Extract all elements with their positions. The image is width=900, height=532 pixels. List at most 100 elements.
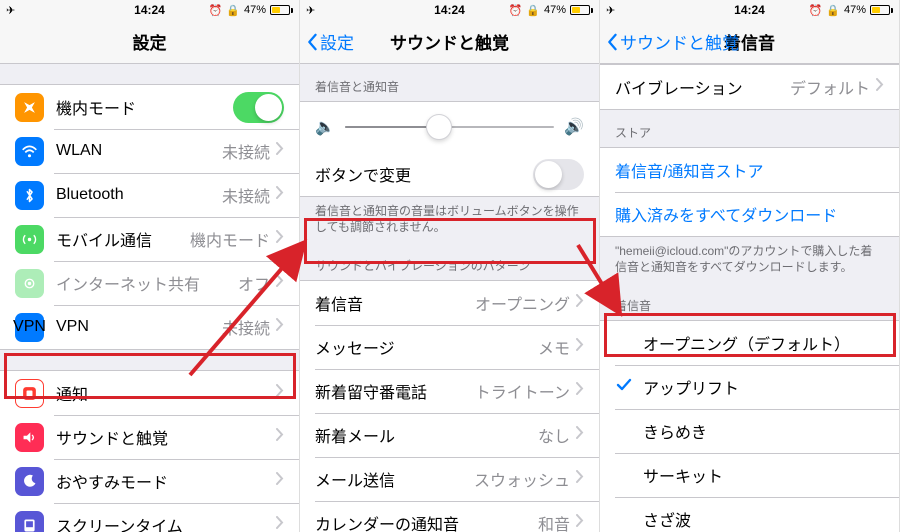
tone-store-row[interactable]: 着信音/通知音ストア: [600, 148, 899, 192]
sound-icon: [15, 423, 44, 452]
nav-bar: 設定: [0, 20, 299, 64]
ringtone-label: アップリフト: [643, 375, 884, 399]
airplane-toggle[interactable]: [233, 92, 284, 123]
vibration-detail: デフォルト: [790, 75, 870, 99]
ringtone-row[interactable]: アップリフト: [600, 365, 899, 409]
row-label: スクリーンタイム: [56, 513, 276, 532]
row-detail: スウォッシュ: [474, 467, 570, 491]
screen-icon: [15, 511, 44, 532]
change-with-buttons-row[interactable]: ボタンで変更: [300, 152, 599, 196]
chevron-right-icon: [576, 382, 584, 400]
sound-row[interactable]: メッセージメモ: [300, 325, 599, 369]
status-time: 14:24: [300, 3, 599, 17]
ringtone-row[interactable]: さざ波: [600, 497, 899, 532]
download-all-row[interactable]: 購入済みをすべてダウンロード: [600, 192, 899, 236]
battery-icon: [870, 5, 893, 15]
bt-icon: [15, 181, 44, 210]
row-label: 機内モード: [56, 95, 233, 119]
sound-row[interactable]: メール送信スウォッシュ: [300, 457, 599, 501]
nav-bar: 設定 サウンドと触覚: [300, 20, 599, 64]
change-with-buttons-toggle[interactable]: [533, 159, 584, 190]
section-footer-ringer: 着信音と通知音の音量はボリュームボタンを操作しても調節されません。: [300, 197, 599, 243]
row-detail: 機内モード: [190, 227, 270, 251]
row-detail: 未接続: [222, 183, 270, 207]
row-label: メール送信: [315, 467, 474, 491]
status-time: 14:24: [600, 3, 899, 17]
settings-row-airplane[interactable]: 機内モード: [0, 85, 299, 129]
airplane-icon: [15, 93, 44, 122]
row-label: 新着メール: [315, 423, 538, 447]
ringtone-screen: ✈︎ 14:24 ⏰ 🔒 47% サウンドと触覚 着信音 バイブレーション デフ…: [600, 0, 900, 532]
checkmark-icon: [615, 376, 633, 399]
row-detail: なし: [538, 423, 570, 447]
volume-slider[interactable]: [345, 126, 554, 128]
chevron-right-icon: [276, 384, 284, 402]
section-header-ringtones: 着信音: [600, 283, 899, 320]
row-detail: 和音: [538, 511, 570, 532]
sound-row[interactable]: 新着留守番電話トライトーン: [300, 369, 599, 413]
chevron-right-icon: [576, 294, 584, 312]
row-detail: 未接続: [222, 139, 270, 163]
row-label: インターネット共有: [56, 271, 238, 295]
settings-root-screen: ✈︎ 14:24 ⏰ 🔒 47% 設定 機内モードWLAN未接続Bluetoot…: [0, 0, 300, 532]
settings-row-hotspot[interactable]: インターネット共有オフ: [0, 261, 299, 305]
sounds-screen: ✈︎ 14:24 ⏰ 🔒 47% 設定 サウンドと触覚 着信音と通知音 🔈 🔊 …: [300, 0, 600, 532]
row-label: モバイル通信: [56, 227, 190, 251]
volume-high-icon: 🔊: [564, 117, 584, 137]
chevron-right-icon: [276, 274, 284, 292]
ringtone-label: オープニング（デフォルト）: [643, 331, 884, 355]
ringtone-label: さざ波: [643, 507, 884, 531]
row-detail: メモ: [538, 335, 570, 359]
chevron-right-icon: [576, 470, 584, 488]
row-label: 着信音: [315, 291, 475, 315]
chevron-right-icon: [276, 472, 284, 490]
chevron-right-icon: [276, 428, 284, 446]
row-label: カレンダーの通知音: [315, 511, 538, 532]
sound-row[interactable]: 着信音オープニング: [300, 281, 599, 325]
settings-row-vpn[interactable]: VPNVPN未接続: [0, 305, 299, 349]
section-header-patterns: サウンドとバイブレーションのパターン: [300, 243, 599, 280]
notify-icon: [15, 379, 44, 408]
row-label: 通知: [56, 381, 276, 405]
nav-bar: サウンドと触覚 着信音: [600, 20, 899, 64]
download-all-label: 購入済みをすべてダウンロード: [615, 202, 884, 226]
ringtone-row[interactable]: きらめき: [600, 409, 899, 453]
chevron-right-icon: [276, 186, 284, 204]
row-label: WLAN: [56, 142, 222, 160]
settings-row-notify[interactable]: 通知: [0, 371, 299, 415]
chevron-right-icon: [276, 318, 284, 336]
volume-slider-row[interactable]: 🔈 🔊: [300, 102, 599, 152]
ringtone-row[interactable]: オープニング（デフォルト）: [600, 321, 899, 365]
status-bar: ✈︎ 14:24 ⏰ 🔒 47%: [0, 0, 299, 20]
section-header-store: ストア: [600, 110, 899, 147]
chevron-right-icon: [876, 78, 884, 96]
back-button[interactable]: 設定: [306, 29, 354, 54]
settings-row-cell[interactable]: モバイル通信機内モード: [0, 217, 299, 261]
chevron-right-icon: [576, 426, 584, 444]
status-bar: ✈︎ 14:24 ⏰ 🔒 47%: [300, 0, 599, 20]
section-footer-store: "hemeii@icloud.com"のアカウントで購入した着信音と通知音をすべ…: [600, 237, 899, 283]
back-button[interactable]: サウンドと触覚: [606, 29, 739, 54]
settings-row-dnd[interactable]: おやすみモード: [0, 459, 299, 503]
tone-store-label: 着信音/通知音ストア: [615, 158, 884, 182]
ringtone-row[interactable]: サーキット: [600, 453, 899, 497]
settings-row-sound[interactable]: サウンドと触覚: [0, 415, 299, 459]
vibration-row[interactable]: バイブレーション デフォルト: [600, 65, 899, 109]
back-label: サウンドと触覚: [620, 29, 739, 54]
sound-row[interactable]: 新着メールなし: [300, 413, 599, 457]
row-label: メッセージ: [315, 335, 538, 359]
chevron-right-icon: [276, 142, 284, 160]
dnd-icon: [15, 467, 44, 496]
chevron-right-icon: [576, 514, 584, 532]
chevron-right-icon: [576, 338, 584, 356]
settings-row-bt[interactable]: Bluetooth未接続: [0, 173, 299, 217]
wlan-icon: [15, 137, 44, 166]
settings-row-screen[interactable]: スクリーンタイム: [0, 503, 299, 532]
settings-row-wlan[interactable]: WLAN未接続: [0, 129, 299, 173]
back-label: 設定: [320, 29, 354, 54]
row-label: VPN: [56, 318, 222, 336]
row-detail: 未接続: [222, 315, 270, 339]
sound-row[interactable]: カレンダーの通知音和音: [300, 501, 599, 532]
chevron-right-icon: [276, 516, 284, 532]
chevron-right-icon: [276, 230, 284, 248]
